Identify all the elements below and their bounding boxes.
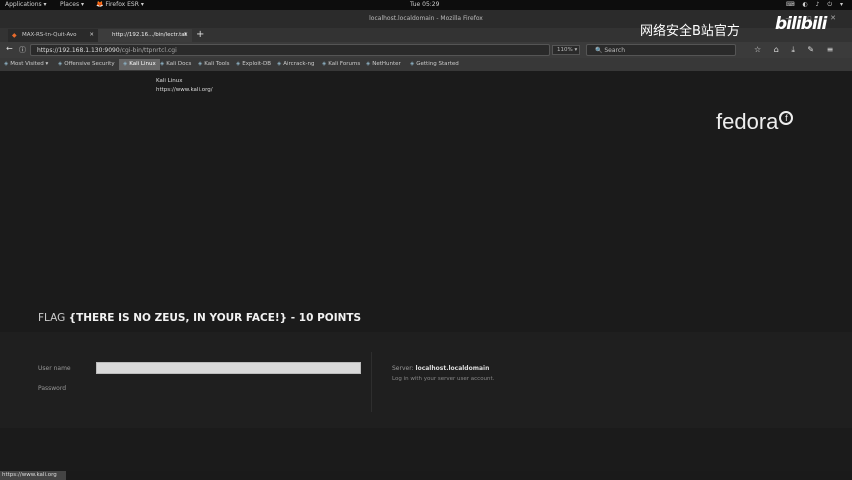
flag-value: {THERE IS NO ZEUS, IN YOUR FACE!} - 10 P… — [68, 312, 362, 324]
username-label: User name — [38, 365, 71, 372]
bookmark-icon: ◈ — [4, 61, 9, 67]
bookmark-icon: ◈ — [236, 61, 241, 67]
bookmark-icon: ◈ — [160, 61, 165, 67]
search-input[interactable]: 🔍 Search — [586, 44, 736, 56]
username-input[interactable] — [96, 362, 361, 374]
tab-label: MAX-RS-tn-Quit-Avo — [22, 32, 77, 38]
bookmark-icon: ◈ — [58, 61, 63, 67]
server-info: Server: localhost.localdomain — [392, 365, 489, 372]
applications-menu[interactable]: Applications ▾ — [5, 1, 47, 8]
bookmark-kali-linux[interactable]: ◈ Kali Linux — [119, 59, 160, 70]
site-info-icon[interactable]: ⓘ — [19, 45, 26, 55]
close-tab-icon[interactable]: ✕ — [89, 32, 94, 38]
bookmark-tooltip: Kali Linux https://www.kali.org/ — [156, 77, 213, 95]
back-button[interactable]: ← — [6, 44, 13, 53]
tab-1[interactable]: ◆ MAX-RS-tn-Quit-Avo ✕ — [8, 29, 98, 42]
tab-favicon-icon: ◆ — [12, 32, 17, 39]
tab-2-active[interactable]: http://192.16.../bin/lectr.tat ✕ — [98, 29, 192, 42]
system-clock[interactable]: Tue 05:29 — [410, 1, 439, 8]
close-tab-icon[interactable]: ✕ — [183, 32, 188, 38]
navigation-bar: ← ⓘ https://192.168.1.130:9090/cgi-bin/t… — [0, 42, 852, 58]
panel-divider — [371, 352, 372, 412]
bookmark-icon: ◈ — [322, 61, 327, 67]
bookmark-aircrack-ng[interactable]: ◈ Aircrack-ng — [277, 61, 315, 67]
watermark-text: 网络安全B站官方 — [640, 24, 740, 39]
bookmark-most-visited[interactable]: ◈ Most Visited ▾ — [4, 61, 48, 67]
url-host: https://192.168.1.130:9090 — [37, 47, 120, 54]
bookmark-kali-tools[interactable]: ◈ Kali Tools — [198, 61, 229, 67]
server-label: Server: — [392, 365, 414, 372]
places-menu[interactable]: Places ▾ — [60, 1, 84, 8]
new-tab-button[interactable]: + — [196, 29, 204, 40]
system-top-bar: Applications ▾ Places ▾ 🦊 Firefox ESR ▾ … — [0, 0, 852, 10]
tab-label: http://192.16.../bin/lectr.tat — [112, 32, 187, 38]
toolbar-icons[interactable]: ☆ ⌂ ⤓ ✎ ≡ — [754, 45, 838, 55]
flag-heading: FLAG {THERE IS NO ZEUS, IN YOUR FACE!} -… — [38, 312, 361, 324]
login-panel: User name Password Server: localhost.loc… — [0, 332, 852, 428]
tooltip-title: Kali Linux — [156, 78, 183, 84]
firefox-app-menu[interactable]: 🦊 Firefox ESR ▾ — [96, 1, 144, 8]
bookmark-exploit-db[interactable]: ◈ Exploit-DB — [236, 61, 271, 67]
fedora-logo: fedora f — [716, 109, 794, 135]
url-path: /cgi-bin/ttpnrtcl.cgi — [119, 47, 177, 54]
bilibili-logo: bilibili — [775, 14, 827, 34]
bookmark-icon: ◈ — [366, 61, 371, 67]
bookmarks-toolbar: ◈ Most Visited ▾ ◈ Offensive Security ◈ Kal… — [0, 58, 852, 71]
page-content: fedora f FLAG {THERE IS NO ZEUS, IN YOUR … — [0, 71, 852, 471]
bookmark-getting-started[interactable]: ◈ Getting Started — [410, 61, 459, 67]
login-hint: Log in with your server user account. — [392, 376, 495, 382]
password-label: Password — [38, 385, 67, 392]
system-status-icons[interactable]: ⌨ ◐ ♪ ⏻ ▾ — [786, 1, 846, 9]
flag-prefix: FLAG — [38, 312, 66, 324]
zoom-selector[interactable]: 110% ▾ — [552, 45, 580, 55]
bookmark-nethunter[interactable]: ◈ NetHunter — [366, 61, 401, 67]
brand-text: fedora — [716, 109, 779, 134]
bookmark-kali-forums[interactable]: ◈ Kali Forums — [322, 61, 360, 67]
bookmark-icon: ◈ — [198, 61, 203, 67]
server-name: localhost.localdomain — [415, 365, 490, 372]
url-input[interactable]: https://192.168.1.130:9090/cgi-bin/ttpnr… — [30, 44, 550, 56]
bookmark-kali-docs[interactable]: ◈ Kali Docs — [160, 61, 191, 67]
bookmark-icon: ◈ — [410, 61, 415, 67]
fedora-infinity-icon: f — [779, 110, 794, 125]
bookmark-offensive-security[interactable]: ◈ Offensive Security — [58, 61, 115, 67]
status-bar-url: https://www.kali.org — [0, 471, 66, 480]
tooltip-url: https://www.kali.org/ — [156, 87, 213, 93]
bookmark-icon: ◈ — [123, 61, 128, 67]
bookmark-icon: ◈ — [277, 61, 282, 67]
